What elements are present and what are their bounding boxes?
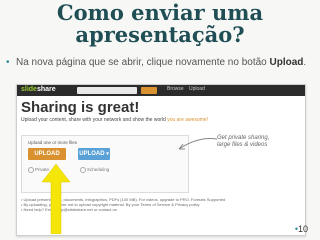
schedule-option[interactable]: Scheduling: [80, 167, 109, 173]
bullet-text: Na nova página que se abrir, clique nova…: [16, 57, 270, 68]
page-heading: Sharing is great!: [21, 99, 140, 116]
site-search-input[interactable]: [77, 87, 137, 94]
nav-item-browse[interactable]: Browse: [167, 86, 184, 92]
instruction-bullet: • Na nova página que se abrir, clique nov…: [6, 56, 314, 69]
chevron-down-icon: ▾: [106, 151, 109, 157]
slide-title-line2: apresentação?: [75, 22, 245, 47]
slide-title-line1: Como enviar uma: [56, 0, 264, 25]
upload-panel-label: Upload one or more files: [28, 140, 78, 145]
page-number: •10: [294, 224, 308, 234]
annotation-arrow-icon: [178, 138, 218, 150]
upload-pro-button[interactable]: UPLOAD ▾: [78, 148, 110, 160]
upload-button[interactable]: UPLOAD: [28, 148, 66, 160]
site-search-button[interactable]: [141, 87, 157, 94]
radio-icon: [28, 167, 34, 173]
slide-title: Como enviar uma apresentação?: [0, 2, 320, 46]
radio-icon: [80, 167, 86, 173]
bullet-bold-text: Upload: [269, 57, 304, 68]
nav-item-upload[interactable]: Upload: [189, 86, 205, 92]
site-logo[interactable]: slideshare: [21, 86, 56, 93]
page-subheading: Upload your content, share with your net…: [21, 117, 209, 123]
yellow-up-arrow-icon: [42, 164, 70, 234]
bullet-end: .: [303, 57, 307, 68]
pro-annotation: Get private sharing, large files & video…: [217, 135, 270, 148]
site-header: slideshare Browse Upload: [17, 85, 305, 96]
bullet-icon: •: [6, 57, 10, 68]
